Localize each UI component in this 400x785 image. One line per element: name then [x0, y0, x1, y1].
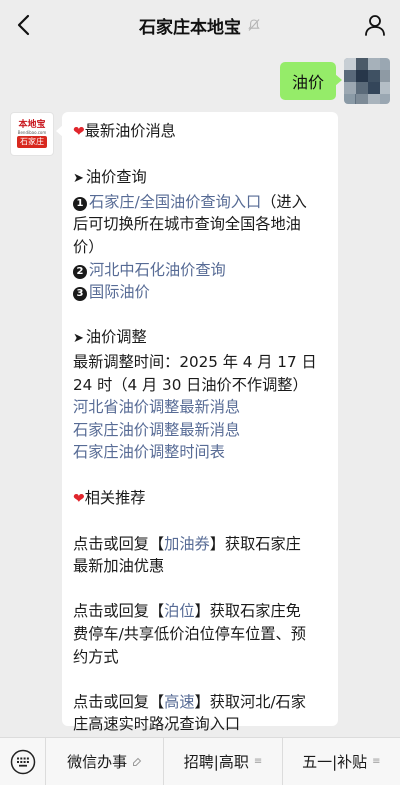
- number-badge-1: 1: [73, 196, 87, 211]
- back-button[interactable]: [8, 10, 38, 40]
- query-item-1-line3: 价）: [73, 237, 104, 256]
- bottom-menu-bar: 微信办事 招聘|高职 ≡ 五一|补贴 ≡: [0, 737, 400, 785]
- recommend-3-line1: 点击或回复【高速】获取河北/石家: [73, 691, 328, 714]
- keyword-parking[interactable]: 泊位: [164, 602, 194, 620]
- recommend-2-line3: 约方式: [73, 647, 119, 666]
- recommend-3-suffix: 】获取河北/石家: [194, 692, 306, 711]
- incoming-message-bubble: ❤最新油价消息 ➤ 油价查询 1 石家庄/全国油价查询入口（进入 后可切换所在城市查…: [56, 112, 338, 733]
- profile-button[interactable]: [360, 10, 390, 40]
- adjust-time-line2: 24 时（4 月 30 日油价不作调整）: [73, 375, 308, 394]
- adjust-heading: 油价调整: [85, 328, 147, 347]
- menu-label: 招聘|高职: [183, 753, 249, 771]
- outgoing-message-text: 油价: [291, 73, 324, 92]
- link-hebei-adjust-news[interactable]: 河北省油价调整最新消息: [73, 396, 328, 419]
- keyword-fuel-coupon[interactable]: 加油券: [164, 535, 210, 553]
- query-item-3: 3 国际油价: [73, 281, 328, 304]
- submenu-icon: ≡: [372, 756, 381, 767]
- query-item-1-line2: 后可切换所在城市查询全国各地油: [73, 215, 301, 234]
- recommend-2-line1: 点击或回复【泊位】获取石家庄免: [73, 600, 328, 623]
- outgoing-message-row: 油价: [0, 58, 400, 114]
- menu-subsidy[interactable]: 五一|补贴 ≡: [283, 738, 400, 785]
- menu-label: 微信办事: [67, 753, 128, 771]
- chat-title: 石家庄本地宝: [139, 17, 241, 38]
- link-shijiazhuang-adjust-news[interactable]: 石家庄油价调整最新消息: [73, 419, 328, 442]
- query-item-1-text: （进入: [261, 192, 307, 211]
- message-title-line: ❤最新油价消息: [73, 120, 328, 144]
- recommend-3-line2: 庄高速实时路况查询入口: [73, 715, 241, 734]
- link-adjust-schedule[interactable]: 石家庄油价调整时间表: [73, 441, 328, 464]
- keyboard-toggle-button[interactable]: [0, 737, 46, 785]
- recommend-2-prefix: 点击或回复【: [73, 602, 165, 621]
- related-heading-line: ❤相关推荐: [73, 487, 328, 511]
- link-national-oil-price-query[interactable]: 石家庄/全国油价查询入口: [89, 193, 261, 211]
- link-icon: [133, 757, 142, 766]
- user-icon: [365, 15, 385, 36]
- chat-header: 石家庄本地宝: [0, 0, 400, 50]
- avatar-logo-url: Bendibao.com: [17, 130, 47, 135]
- related-heading: 相关推荐: [84, 488, 146, 507]
- arrow-right-icon: ➤: [73, 171, 84, 187]
- link-international-oil-price[interactable]: 国际油价: [89, 283, 150, 301]
- arrow-right-icon: ➤: [73, 331, 84, 347]
- official-account-avatar[interactable]: 本地宝 Bendibao.com 石家庄: [10, 112, 54, 156]
- number-badge-2: 2: [73, 264, 87, 279]
- my-avatar[interactable]: [344, 58, 390, 104]
- query-heading: 油价查询: [85, 168, 147, 187]
- keyword-highway[interactable]: 高速: [164, 693, 194, 711]
- outgoing-message-bubble[interactable]: 油价: [279, 62, 343, 100]
- chevron-left-icon: [17, 14, 30, 36]
- query-heading-line: ➤ 油价查询: [73, 166, 328, 191]
- message-title: 最新油价消息: [84, 122, 176, 140]
- heart-icon: ❤: [73, 490, 85, 507]
- avatar-city-tag: 石家庄: [17, 136, 47, 148]
- recommend-2-line2: 费停车/共享低价泊位停车位置、预: [73, 625, 306, 644]
- avatar-logo-text: 本地宝: [18, 120, 46, 130]
- submenu-icon: ≡: [253, 756, 263, 767]
- recommend-3-prefix: 点击或回复【: [73, 692, 165, 711]
- muted-bell-icon: [248, 19, 260, 31]
- title-wrap: 石家庄本地宝: [139, 13, 261, 38]
- number-badge-3: 3: [73, 287, 87, 302]
- query-item-2: 2 河北中石化油价查询: [73, 259, 328, 282]
- heart-icon: ❤: [73, 124, 85, 140]
- menu-label: 五一|补贴: [302, 753, 368, 771]
- link-hebei-sinopec-price[interactable]: 河北中石化油价查询: [89, 261, 226, 279]
- adjust-heading-line: ➤ 油价调整: [73, 326, 328, 351]
- adjust-time-line1: 最新调整时间：2025 年 4 月 17 日: [73, 352, 317, 371]
- recommend-2-suffix: 】获取石家庄免: [194, 602, 301, 621]
- recommend-1-line2: 最新加油优惠: [73, 557, 165, 576]
- recommend-1-suffix: 】获取石家庄: [209, 534, 301, 553]
- recommend-1-line1: 点击或回复【加油券】获取石家庄: [73, 533, 328, 556]
- menu-jobs[interactable]: 招聘|高职 ≡: [164, 737, 283, 785]
- query-item-1-line1: 1 石家庄/全国油价查询入口（进入: [73, 191, 328, 214]
- menu-wechat-services[interactable]: 微信办事: [46, 737, 165, 785]
- recommend-1-prefix: 点击或回复【: [73, 534, 165, 553]
- keyboard-icon: [10, 749, 35, 774]
